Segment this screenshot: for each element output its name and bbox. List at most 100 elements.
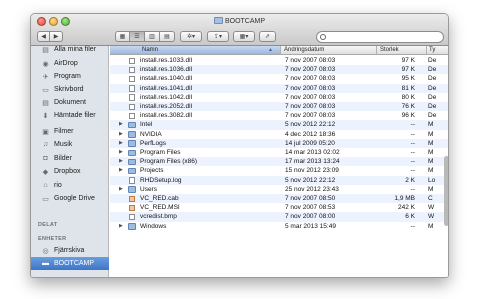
sidebar-device-bootcamp[interactable]: ▬ BOOTCAMP bbox=[31, 257, 109, 270]
file-size: 80 K bbox=[401, 93, 415, 101]
document-icon bbox=[129, 66, 135, 74]
file-row[interactable]: VC_RED.MSI 7 nov 2007 08:53 242 K W bbox=[110, 203, 448, 212]
file-kind: De bbox=[428, 103, 437, 110]
disclosure-triangle-icon[interactable]: ▶ bbox=[119, 120, 123, 129]
sidebar-item-bilder[interactable]: ◘ Bilder bbox=[31, 152, 109, 165]
forward-button[interactable]: ▶ bbox=[50, 31, 63, 42]
file-name: Windows bbox=[140, 222, 167, 230]
date-column-header[interactable]: Ändringsdatum bbox=[284, 47, 324, 53]
search-field[interactable] bbox=[316, 31, 444, 43]
disclosure-triangle-icon[interactable]: ▶ bbox=[119, 148, 123, 157]
file-row[interactable]: VC_RED.cab 7 nov 2007 08:50 1,9 MB C bbox=[110, 194, 448, 204]
file-row[interactable]: vcredist.bmp 7 nov 2007 08:00 6 K W bbox=[110, 212, 448, 222]
name-column-header[interactable]: Namn ▲ bbox=[110, 46, 280, 54]
drive-title-icon bbox=[213, 17, 223, 24]
file-size: 76 K bbox=[401, 103, 415, 110]
file-row[interactable]: ▶ Program Files 14 mar 2013 02:02 -- M bbox=[110, 148, 448, 157]
file-row[interactable]: ▶ Program Files (x86) 17 mar 2013 13:24 -- M bbox=[110, 157, 448, 167]
disclosure-triangle-icon[interactable]: ▶ bbox=[119, 185, 123, 194]
vertical-scrollbar[interactable] bbox=[444, 156, 448, 226]
finder-window: BOOTCAMP ◀ ▶ ▦ ☰ ▥ ▤ ✲▾ ⇪▾ ▦▾ ⇗ ▤ Alla mi… bbox=[30, 13, 449, 278]
column-divider[interactable] bbox=[426, 46, 427, 55]
file-row[interactable]: ▶ Users 25 nov 2012 23:43 -- M bbox=[110, 185, 448, 194]
file-date: 7 nov 2007 08:03 bbox=[285, 112, 336, 120]
kind-column-header[interactable]: Ty bbox=[429, 47, 435, 53]
disclosure-triangle-icon[interactable]: ▶ bbox=[119, 222, 123, 231]
file-row[interactable]: ▶ Intel 5 nov 2012 22:12 -- M bbox=[110, 120, 448, 130]
disclosure-triangle-icon[interactable]: ▶ bbox=[119, 130, 123, 139]
file-row[interactable]: ▶ NVIDIA 4 dec 2012 18:36 -- M bbox=[110, 130, 448, 139]
disclosure-triangle-icon[interactable]: ▶ bbox=[119, 139, 123, 148]
sidebar-item-label: Dokument bbox=[54, 99, 86, 106]
file-name: vcredist.bmp bbox=[140, 213, 177, 221]
file-row[interactable]: install.res.1040.dll 7 nov 2007 08:03 95 K… bbox=[110, 74, 448, 83]
file-date: 17 mar 2013 13:24 bbox=[285, 158, 340, 166]
size-column-header[interactable]: Storlek bbox=[380, 47, 399, 53]
music-icon: ♫ bbox=[42, 141, 49, 148]
file-date: 5 mar 2013 15:49 bbox=[285, 222, 336, 230]
sidebar-item-airdrop[interactable]: ◉ AirDrop bbox=[31, 57, 109, 70]
movies-icon: ▣ bbox=[42, 128, 49, 136]
icon-view-button[interactable]: ▦ bbox=[115, 31, 130, 42]
file-row[interactable]: install.res.3082.dll 7 nov 2007 08:03 96 K… bbox=[110, 111, 448, 120]
document-icon bbox=[129, 85, 135, 92]
file-row[interactable]: ▶ PerfLogs 14 jul 2009 05:20 -- M bbox=[110, 138, 448, 148]
file-date: 7 nov 2007 08:03 bbox=[285, 93, 336, 101]
file-kind: De bbox=[428, 66, 437, 74]
action-menu-button[interactable]: ✲▾ bbox=[180, 31, 202, 42]
file-row[interactable]: ▶ Windows 5 mar 2013 15:49 -- M bbox=[110, 222, 448, 231]
file-row[interactable]: ▶ Projects 15 nov 2012 23:09 -- M bbox=[110, 166, 448, 175]
file-kind: W bbox=[428, 213, 435, 221]
disclosure-triangle-icon[interactable]: ▶ bbox=[119, 157, 123, 166]
sidebar-item-musik[interactable]: ♫ Musik bbox=[31, 138, 109, 151]
desktop-icon: ▭ bbox=[42, 86, 49, 94]
file-row[interactable]: install.res.1036.dll 7 nov 2007 08:03 97 K… bbox=[110, 65, 448, 75]
column-view-button[interactable]: ▥ bbox=[145, 31, 160, 42]
sidebar-item-skrivbord[interactable]: ▭ Skrivbord bbox=[31, 83, 109, 96]
sidebar-item-rio[interactable]: ⌂ rio bbox=[31, 179, 109, 192]
column-divider[interactable] bbox=[280, 46, 281, 55]
home-icon: ⌂ bbox=[43, 182, 48, 189]
cover-flow-button[interactable]: ▤ bbox=[160, 31, 175, 42]
sidebar-item-google-drive[interactable]: ▭ Google Drive bbox=[31, 192, 109, 205]
file-date: 14 jul 2009 05:20 bbox=[285, 139, 335, 147]
file-date: 5 nov 2012 22:12 bbox=[285, 121, 336, 129]
file-kind: De bbox=[428, 93, 437, 101]
sidebar-item-label: Hämtade filer bbox=[54, 112, 96, 119]
file-kind: De bbox=[428, 84, 437, 92]
list-view-button[interactable]: ☰ bbox=[130, 31, 145, 42]
file-size: -- bbox=[410, 149, 415, 156]
file-size: -- bbox=[410, 158, 415, 166]
folder-icon bbox=[128, 186, 136, 193]
sidebar-item-program[interactable]: ✈ Program bbox=[31, 70, 109, 83]
downloads-icon: ⬇ bbox=[42, 112, 49, 120]
column-header: Namn ▲ Ändringsdatum Storlek Ty bbox=[110, 46, 448, 55]
drive-icon: ▬ bbox=[42, 260, 49, 267]
path-button[interactable]: ⇗ bbox=[259, 31, 276, 42]
installer-icon bbox=[129, 204, 135, 212]
file-date: 7 nov 2007 08:03 bbox=[285, 103, 336, 110]
file-date: 15 nov 2012 23:09 bbox=[285, 167, 339, 175]
file-name: Intel bbox=[140, 121, 153, 129]
sidebar-device-fjärrskiva[interactable]: ◎ Fjärrskiva bbox=[31, 244, 109, 257]
share-button[interactable]: ⇪▾ bbox=[207, 31, 229, 42]
sidebar-item-dokument[interactable]: ▤ Dokument bbox=[31, 96, 109, 109]
file-row[interactable]: install.res.2052.dll 7 nov 2007 08:03 76 K… bbox=[110, 102, 448, 112]
arrange-button[interactable]: ▦▾ bbox=[233, 31, 255, 42]
document-icon bbox=[129, 103, 135, 110]
file-size: -- bbox=[410, 121, 415, 129]
back-button[interactable]: ◀ bbox=[37, 31, 50, 42]
disclosure-triangle-icon[interactable]: ▶ bbox=[119, 166, 123, 175]
sidebar-item-alla-mina-filer[interactable]: ▤ Alla mina filer bbox=[31, 43, 109, 56]
sidebar-item-hämtade-filer[interactable]: ⬇ Hämtade filer bbox=[31, 109, 109, 122]
all-files-icon: ▤ bbox=[42, 46, 49, 54]
sidebar-item-filmer[interactable]: ▣ Filmer bbox=[31, 125, 109, 138]
sidebar-item-dropbox[interactable]: ◆ Dropbox bbox=[31, 165, 109, 178]
file-row[interactable]: install.res.1033.dll 7 nov 2007 08:03 97 K… bbox=[110, 56, 448, 65]
column-divider[interactable] bbox=[376, 46, 377, 55]
file-row[interactable]: RHDSetup.log 5 nov 2012 22:12 2 K Lo bbox=[110, 175, 448, 185]
file-date: 7 nov 2007 08:50 bbox=[285, 195, 336, 202]
file-row[interactable]: install.res.1042.dll 7 nov 2007 08:03 80 K… bbox=[110, 93, 448, 102]
installer-icon bbox=[129, 195, 135, 202]
file-row[interactable]: install.res.1041.dll 7 nov 2007 08:03 81 K… bbox=[110, 83, 448, 93]
